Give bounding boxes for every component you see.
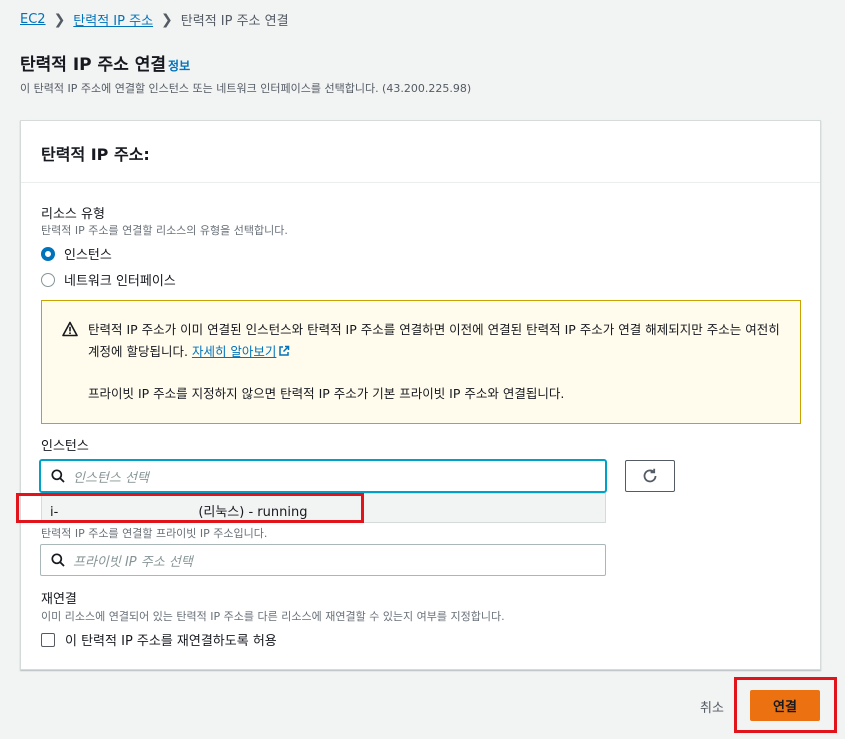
chevron-right-icon: ❯	[161, 11, 173, 28]
panel-header: 탄력적 IP 주소:	[21, 121, 820, 183]
page-title-text: 탄력적 IP 주소 연결	[20, 55, 167, 75]
radio-network-interface-label: 네트워크 인터페이스	[64, 274, 176, 289]
external-link-icon[interactable]	[278, 345, 290, 357]
reassociation-description: 이미 리소스에 연결되어 있는 탄력적 IP 주소를 다른 리소스에 재연결할 …	[41, 610, 505, 623]
info-link[interactable]: 정보	[168, 59, 190, 73]
instance-search-placeholder: 인스턴스 선택	[73, 470, 149, 486]
radio-instance-label: 인스턴스	[64, 248, 112, 263]
breadcrumb-current: 탄력적 IP 주소 연결	[180, 14, 289, 29]
reassociation-checkbox-label: 이 탄력적 IP 주소를 재연결하도록 허용	[65, 634, 277, 649]
refresh-button[interactable]	[625, 460, 675, 492]
panel-title: 탄력적 IP 주소:	[41, 145, 150, 164]
cancel-button[interactable]: 취소	[700, 697, 724, 716]
refresh-icon	[643, 468, 657, 483]
private-ip-placeholder: 프라이빗 IP 주소 선택	[73, 554, 193, 570]
radio-instance[interactable]: 인스턴스	[41, 244, 112, 263]
page-description: 이 탄력적 IP 주소에 연결할 인스턴스 또는 네트워크 인터페이스를 선택합…	[20, 82, 472, 95]
breadcrumb: EC2 ❯ 탄력적 IP 주소 ❯ 탄력적 IP 주소 연결	[20, 10, 289, 30]
alert-text: 탄력적 IP 주소가 이미 연결된 인스턴스와 탄력적 IP 주소를 연결하면 …	[88, 319, 788, 363]
reassociation-checkbox[interactable]: 이 탄력적 IP 주소를 재연결하도록 허용	[41, 630, 277, 649]
chevron-right-icon: ❯	[53, 11, 66, 28]
resource-type-description: 탄력적 IP 주소를 연결할 리소스의 유형을 선택합니다.	[41, 224, 288, 237]
page-title: 탄력적 IP 주소 연결 정보	[20, 50, 190, 75]
radio-unchecked-icon[interactable]	[41, 272, 55, 287]
alert-line2: 프라이빗 IP 주소를 지정하지 않으면 탄력적 IP 주소가 기본 프라이빗 …	[88, 386, 565, 401]
warning-alert: 탄력적 IP 주소가 이미 연결된 인스턴스와 탄력적 IP 주소를 연결하면 …	[41, 300, 801, 424]
resource-type-label: 리소스 유형	[41, 207, 105, 222]
learn-more-link[interactable]: 자세히 알아보기	[192, 344, 276, 359]
search-icon	[51, 469, 65, 483]
highlight-box-connect	[734, 677, 837, 733]
radio-network-interface[interactable]: 네트워크 인터페이스	[41, 270, 176, 289]
reassociation-label: 재연결	[41, 592, 77, 607]
warning-icon	[62, 321, 78, 337]
redacted-ip	[169, 139, 339, 161]
breadcrumb-eip-link[interactable]: 탄력적 IP 주소	[73, 10, 153, 29]
instance-label: 인스턴스	[41, 439, 89, 454]
search-icon	[51, 553, 65, 567]
checkbox-box[interactable]	[41, 632, 55, 647]
instance-search-input[interactable]: 인스턴스 선택	[40, 460, 606, 492]
breadcrumb-ec2-link[interactable]: EC2	[20, 12, 46, 27]
private-ip-description: 탄력적 IP 주소를 연결할 프라이빗 IP 주소입니다.	[41, 527, 268, 540]
radio-checked-icon[interactable]	[41, 246, 55, 261]
association-panel: 탄력적 IP 주소: 리소스 유형 탄력적 IP 주소를 연결할 리소스의 유형…	[20, 120, 821, 670]
private-ip-search-input[interactable]: 프라이빗 IP 주소 선택	[40, 544, 606, 576]
highlight-box-dropdown	[16, 493, 364, 523]
